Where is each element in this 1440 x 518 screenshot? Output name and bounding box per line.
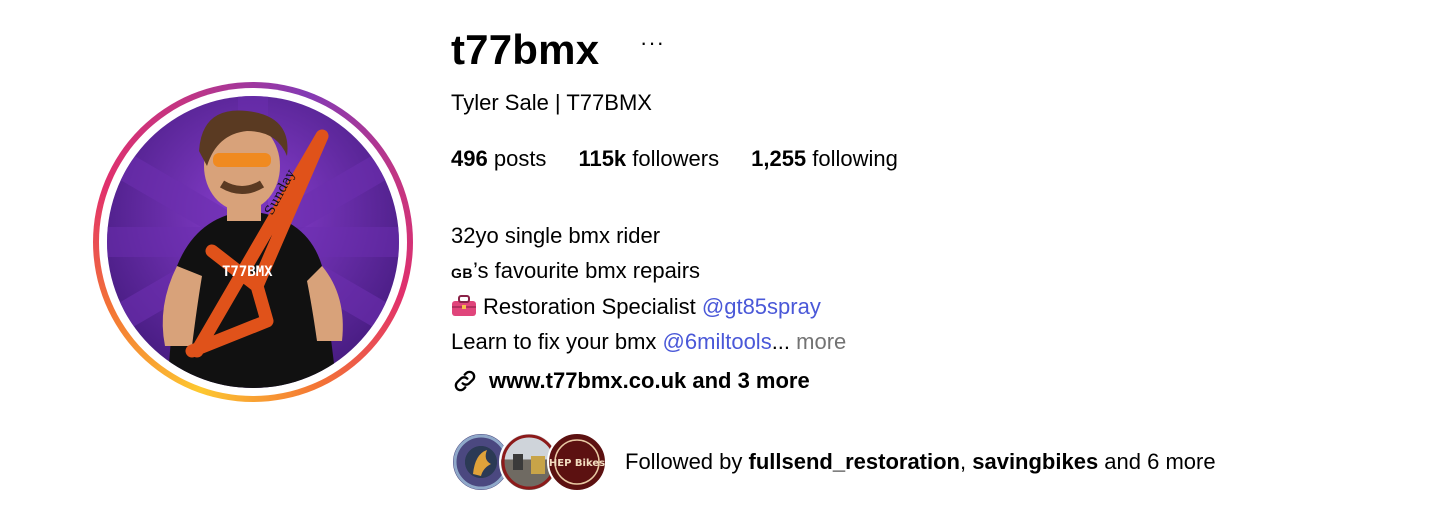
external-links[interactable]: www.t77bmx.co.uk and 3 more	[451, 364, 810, 398]
profile-avatar-ring[interactable]: Sunday T77BMX	[93, 82, 413, 402]
followed-by-text: Followed by fullsend_restoration, saving…	[625, 447, 1216, 477]
followed-by-separator: ,	[960, 449, 973, 474]
avatar-photo: Sunday T77BMX	[107, 96, 399, 388]
bio-text: ’s favourite bmx repairs	[473, 257, 701, 283]
svg-text:HEP Bikes: HEP Bikes	[549, 458, 605, 469]
followers-link[interactable]: 115k followers	[578, 144, 719, 174]
followed-by-suffix: and 6 more	[1098, 449, 1216, 474]
profile-full-name: Tyler Sale | T77BMX	[451, 90, 652, 115]
following-link[interactable]: 1,255 following	[751, 144, 898, 174]
profile-username: t77bmx	[451, 26, 600, 73]
follower-username[interactable]: savingbikes	[972, 449, 1098, 474]
more-options-icon[interactable]: ···	[640, 28, 665, 58]
profile-avatar[interactable]: Sunday T77BMX	[107, 96, 399, 388]
posts-count: 496 posts	[451, 144, 546, 174]
gb-flag: GB	[451, 264, 473, 281]
hep-bikes-logo: HEP Bikes	[549, 439, 605, 485]
external-link-text: www.t77bmx.co.uk and 3 more	[489, 368, 810, 393]
profile-bio: 32yo single bmx rider GB’s favourite bmx…	[451, 219, 846, 359]
bio-text: Restoration Specialist	[483, 294, 702, 319]
bio-text: Learn to fix your bmx	[451, 328, 663, 354]
svg-text:T77BMX: T77BMX	[222, 264, 273, 280]
toolbox-icon	[452, 295, 476, 316]
follower-avatar: HEP Bikes	[547, 432, 607, 492]
posts-number: 496	[451, 146, 488, 171]
bio-line: GB’s favourite bmx repairs	[451, 254, 846, 291]
profile-stats: 496 posts 115k followers 1,255 following	[451, 144, 898, 174]
link-icon	[454, 370, 476, 392]
bio-line: 32yo single bmx rider	[451, 223, 661, 248]
following-label: following	[812, 146, 898, 171]
posts-label: posts	[493, 146, 547, 171]
followers-number: 115k	[578, 146, 627, 171]
bio-line: Learn to fix your bmx @6miltools... more	[451, 325, 846, 360]
bio-more-button[interactable]: more	[790, 329, 846, 354]
following-number: 1,255	[751, 146, 807, 171]
bio-ellipsis: ...	[771, 328, 791, 354]
bio-line: Restoration Specialist @gt85spray	[451, 290, 846, 325]
followed-by[interactable]: HEP Bikes Followed by fullsend_restorati…	[451, 430, 1216, 494]
followers-label: followers	[632, 146, 720, 171]
mention-link[interactable]: @gt85spray	[702, 294, 821, 319]
follower-username[interactable]: fullsend_restoration	[749, 449, 960, 474]
followed-by-prefix: Followed by	[625, 449, 749, 474]
mention-link[interactable]: @6miltools	[663, 329, 772, 354]
